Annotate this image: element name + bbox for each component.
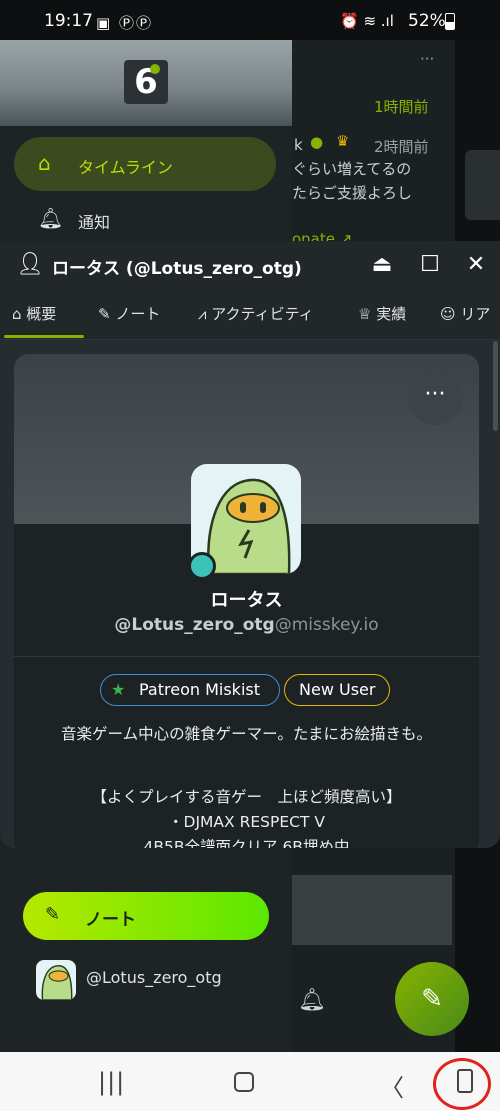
system-nav-bar: ||| 〈 bbox=[0, 1052, 500, 1111]
instance-icon: ● bbox=[310, 133, 324, 151]
back-button[interactable]: 〈 bbox=[380, 1068, 404, 1103]
battery-level: 52% bbox=[408, 11, 446, 31]
battery-icon bbox=[445, 13, 455, 30]
nav-item-notifications[interactable]: 🔔︎ 通知 bbox=[14, 192, 276, 246]
more-options-button[interactable]: ··· bbox=[407, 369, 463, 425]
active-tab-indicator bbox=[4, 335, 84, 338]
note-text: たらご支援よろし bbox=[292, 184, 413, 202]
home-icon: ⌂ bbox=[38, 151, 51, 175]
clock: 19:17 bbox=[44, 11, 93, 31]
collapse-window-button[interactable]: ⏏ bbox=[366, 249, 398, 281]
display-name: ロータス bbox=[210, 590, 283, 611]
scrollbar[interactable] bbox=[493, 341, 498, 431]
bell-icon: 🔔︎ bbox=[38, 206, 64, 230]
connectivity-icons: ⏰ ≋ .ıl bbox=[340, 12, 394, 30]
notification-icons: ▣ ⓅⓅ bbox=[96, 14, 153, 32]
online-status-indicator bbox=[188, 552, 216, 580]
timestamp: 1時間前 bbox=[374, 98, 429, 116]
bio-text: ・DJMAX RESPECT V bbox=[168, 813, 325, 831]
crown-icon: ♛ bbox=[336, 132, 350, 150]
maximize-window-button[interactable]: ☐ bbox=[414, 249, 446, 281]
divider bbox=[14, 656, 479, 657]
nav-item-timeline[interactable]: ⌂ タイムライン bbox=[14, 137, 276, 191]
profile-card: ··· ロータス @Lotus_zero_otg@misskey.io ★ Pa… bbox=[14, 354, 479, 848]
account-avatar[interactable] bbox=[36, 960, 76, 1000]
bell-icon[interactable]: 🔔︎ bbox=[298, 988, 326, 1013]
home-button[interactable] bbox=[234, 1068, 254, 1098]
instance-logo[interactable]: 6 bbox=[124, 60, 168, 104]
role-badge-patreon[interactable]: ★ Patreon Miskist bbox=[100, 674, 280, 706]
bio-text: 【よくプレイする音ゲー 上ほど頻度高い】 bbox=[91, 788, 402, 806]
user-icon: 👤︎ bbox=[16, 252, 44, 277]
account-handle[interactable]: @Lotus_zero_otg bbox=[86, 968, 222, 987]
window-header: 👤︎ ロータス (@Lotus_zero_otg) ⏏ ☐ ✕ bbox=[0, 241, 500, 289]
image-thumbnail[interactable] bbox=[292, 875, 452, 945]
tab-notes[interactable]: ✎ ノート bbox=[98, 303, 160, 324]
annotation-circle bbox=[433, 1058, 491, 1110]
pencil-icon: ✎ bbox=[421, 984, 443, 1014]
timeline-menu-icon[interactable]: ··· bbox=[420, 50, 434, 68]
role-badge-new-user[interactable]: New User bbox=[284, 674, 390, 706]
post-note-button[interactable]: ✎ ノート bbox=[23, 892, 269, 940]
bio-text: 4B5B全譜面クリア 6B埋め中 bbox=[143, 838, 350, 848]
star-icon: ★ bbox=[111, 680, 126, 699]
tab-overview[interactable]: ⌂ 概要 bbox=[12, 303, 56, 324]
bio-text: 音楽ゲーム中心の雑食ゲーマー。たまにお絵描きも。 bbox=[61, 725, 432, 743]
note-text: ぐらい増えてるの bbox=[292, 160, 412, 178]
timeline-user: k bbox=[294, 136, 303, 154]
tab-reactions[interactable]: ☺ リア bbox=[440, 303, 490, 324]
timestamp: 2時間前 bbox=[374, 138, 429, 156]
tab-activity[interactable]: ⩘ アクティビティ bbox=[198, 303, 314, 324]
avatar-image bbox=[41, 965, 73, 1000]
pencil-icon: ✎ bbox=[45, 904, 61, 925]
window-title: ロータス (@Lotus_zero_otg) bbox=[52, 259, 302, 279]
profile-window: 👤︎ ロータス (@Lotus_zero_otg) ⏏ ☐ ✕ ⌂ 概要 ✎ ノ… bbox=[0, 241, 500, 848]
compose-fab[interactable]: ✎ bbox=[395, 962, 469, 1036]
account-handle: @Lotus_zero_otg@misskey.io bbox=[114, 615, 379, 635]
close-window-button[interactable]: ✕ bbox=[460, 249, 492, 281]
side-image bbox=[465, 150, 500, 220]
status-bar: 19:17 ▣ ⓅⓅ ⏰ ≋ .ıl 52% bbox=[0, 0, 500, 40]
tab-achievements[interactable]: ♕ 実績 bbox=[358, 303, 406, 324]
recents-button[interactable]: ||| bbox=[98, 1068, 125, 1096]
profile-tabs: ⌂ 概要 ✎ ノート ⩘ アクティビティ ♕ 実績 ☺ リア bbox=[0, 289, 500, 340]
